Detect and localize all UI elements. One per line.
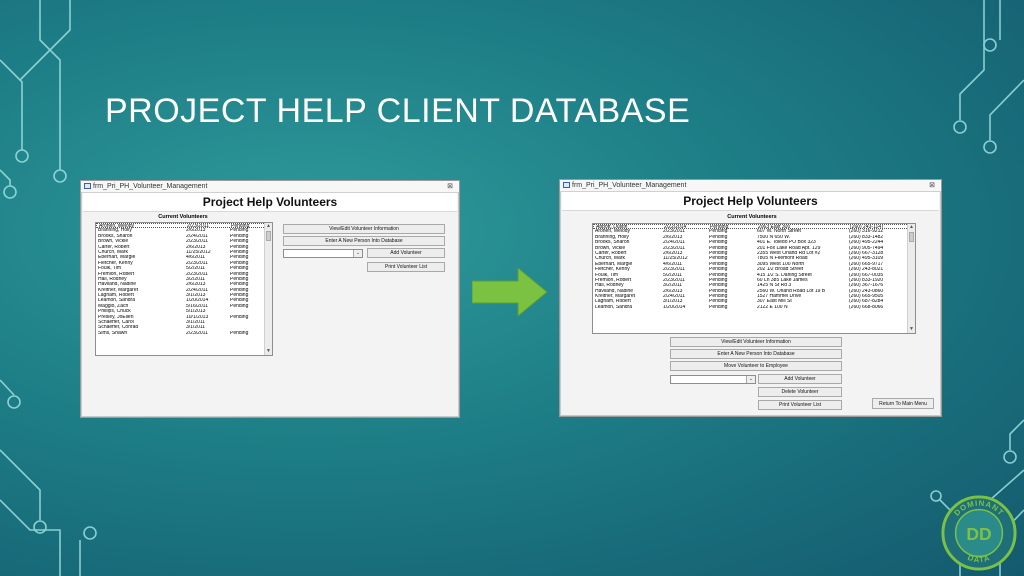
list-cell: (260) 668-8066: [849, 304, 884, 310]
delete-volunteer-button[interactable]: Delete Volunteer: [758, 387, 842, 397]
scroll-down-icon[interactable]: ▼: [265, 348, 272, 355]
right-volunteer-listbox[interactable]: Abbott, Dustin 2/22/2014 Pending 2063 East …: [592, 223, 916, 334]
dominant-data-logo: DOMINANT DATA DD: [941, 495, 1017, 571]
logo-monogram: DD: [966, 524, 991, 544]
left-window-title: frm_Pri_PH_Volunteer_Management: [93, 183, 208, 190]
add-volunteer-button[interactable]: Add Volunteer: [758, 374, 842, 384]
form-icon: [563, 182, 570, 188]
scroll-thumb[interactable]: [909, 232, 914, 242]
scroll-up-icon[interactable]: ▲: [265, 223, 272, 230]
scroll-up-icon[interactable]: ▲: [908, 224, 915, 231]
list-cell: 2122 E 100 N: [757, 304, 788, 310]
right-access-form-window: frm_Pri_PH_Volunteer_Management ⊠ Projec…: [559, 179, 942, 417]
left-list-label: Current Volunteers: [158, 214, 208, 220]
right-form-header: Project Help Volunteers: [562, 192, 939, 211]
right-volunteer-combo[interactable]: ⌄: [670, 375, 756, 384]
list-cell: Pending: [230, 330, 249, 336]
left-volunteer-listbox[interactable]: Aronen, Melody 2/23/2011 Pending Branning, …: [95, 222, 273, 356]
list-cell: Sims, Shawn: [98, 330, 128, 336]
list-cell: 1/20/2014: [663, 304, 686, 310]
chevron-down-icon[interactable]: ⌄: [746, 376, 755, 383]
form-icon: [84, 183, 91, 189]
close-icon[interactable]: ⊠: [929, 180, 935, 191]
right-window-title: frm_Pri_PH_Volunteer_Management: [572, 182, 687, 189]
enter-new-person-button[interactable]: Enter A New Person Into Database: [670, 349, 842, 359]
view-edit-volunteer-button[interactable]: View/Edit Volunteer Information: [670, 337, 842, 347]
right-list-scrollbar[interactable]: ▲ ▼: [907, 224, 915, 333]
add-volunteer-button[interactable]: Add Volunteer: [367, 248, 445, 258]
list-item[interactable]: Leamon, Sandra 1/20/2014 Pending 2122 E 100…: [593, 305, 915, 310]
move-to-employee-button[interactable]: Move Volunteer to Employee: [670, 361, 842, 371]
view-edit-volunteer-button[interactable]: View/Edit Volunteer Information: [283, 224, 445, 234]
left-access-form-window: frm_Pri_PH_Volunteer_Management ⊠ Projec…: [80, 180, 460, 418]
left-list-scrollbar[interactable]: ▲ ▼: [264, 223, 272, 355]
enter-new-person-button[interactable]: Enter A New Person Into Database: [283, 236, 445, 246]
slide-title: PROJECT HELP CLIENT DATABASE: [105, 92, 691, 130]
left-form-header: Project Help Volunteers: [83, 193, 457, 212]
right-arrow-icon: [472, 268, 547, 316]
list-cell: 2/23/2011: [186, 330, 208, 336]
left-volunteer-combo[interactable]: ⌄: [283, 249, 363, 258]
right-window-titlebar: frm_Pri_PH_Volunteer_Management ⊠: [560, 180, 941, 192]
scroll-thumb[interactable]: [266, 231, 271, 241]
list-cell: Leamon, Sandra: [595, 304, 632, 310]
close-icon[interactable]: ⊠: [447, 181, 453, 192]
print-volunteer-list-button[interactable]: Print Volunteer List: [758, 400, 842, 410]
scroll-down-icon[interactable]: ▼: [908, 326, 915, 333]
chevron-down-icon[interactable]: ⌄: [353, 250, 362, 257]
list-item[interactable]: Sims, Shawn 2/23/2011 Pending: [96, 331, 272, 336]
right-list-label: Current Volunteers: [727, 214, 777, 220]
left-window-titlebar: frm_Pri_PH_Volunteer_Management ⊠: [81, 181, 459, 193]
list-cell: Pending: [709, 304, 728, 310]
return-main-menu-button[interactable]: Return To Main Menu: [872, 398, 934, 409]
print-volunteer-list-button[interactable]: Print Volunteer List: [367, 262, 445, 272]
